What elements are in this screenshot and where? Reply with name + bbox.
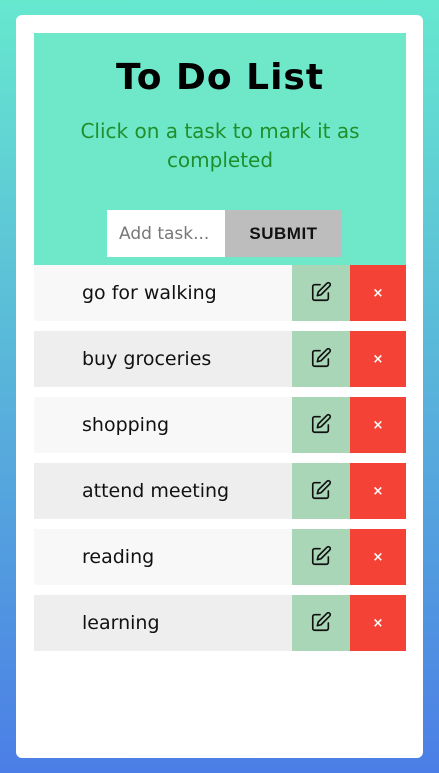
edit-icon: [310, 479, 332, 504]
delete-button[interactable]: ×: [350, 265, 406, 321]
task-text[interactable]: reading: [34, 546, 154, 568]
edit-icon: [310, 413, 332, 438]
task-row: buy groceries: [34, 331, 292, 387]
task-list: go for walking × buy groceries × shoppin…: [34, 265, 406, 661]
task-text[interactable]: learning: [34, 612, 160, 634]
delete-button[interactable]: ×: [350, 529, 406, 585]
edit-button[interactable]: [292, 265, 350, 321]
todo-card: To Do List Click on a task to mark it as…: [16, 15, 423, 758]
add-task-form: SUBMIT: [107, 210, 342, 257]
edit-button[interactable]: [292, 529, 350, 585]
todo-header: To Do List Click on a task to mark it as…: [34, 33, 406, 265]
delete-button[interactable]: ×: [350, 331, 406, 387]
edit-icon: [310, 281, 332, 306]
task-item: reading ×: [34, 529, 406, 585]
add-task-input[interactable]: [107, 210, 225, 257]
task-item: buy groceries ×: [34, 331, 406, 387]
task-row: reading: [34, 529, 292, 585]
page-title: To Do List: [115, 57, 325, 98]
edit-icon: [310, 611, 332, 636]
delete-button[interactable]: ×: [350, 397, 406, 453]
task-item: attend meeting ×: [34, 463, 406, 519]
delete-button[interactable]: ×: [350, 463, 406, 519]
instructions-text: Click on a task to mark it as completed: [80, 119, 360, 172]
task-row: learning: [34, 595, 292, 651]
task-item: shopping ×: [34, 397, 406, 453]
task-text[interactable]: attend meeting: [34, 480, 229, 502]
edit-icon: [310, 545, 332, 570]
edit-button[interactable]: [292, 331, 350, 387]
edit-button[interactable]: [292, 397, 350, 453]
task-row: shopping: [34, 397, 292, 453]
edit-button[interactable]: [292, 463, 350, 519]
task-item: learning ×: [34, 595, 406, 651]
task-row: attend meeting: [34, 463, 292, 519]
task-item: go for walking ×: [34, 265, 406, 321]
task-row: go for walking: [34, 265, 292, 321]
task-text[interactable]: go for walking: [34, 282, 217, 304]
delete-button[interactable]: ×: [350, 595, 406, 651]
task-text[interactable]: buy groceries: [34, 348, 211, 370]
edit-icon: [310, 347, 332, 372]
task-text[interactable]: shopping: [34, 414, 169, 436]
edit-button[interactable]: [292, 595, 350, 651]
submit-button[interactable]: SUBMIT: [225, 210, 342, 257]
